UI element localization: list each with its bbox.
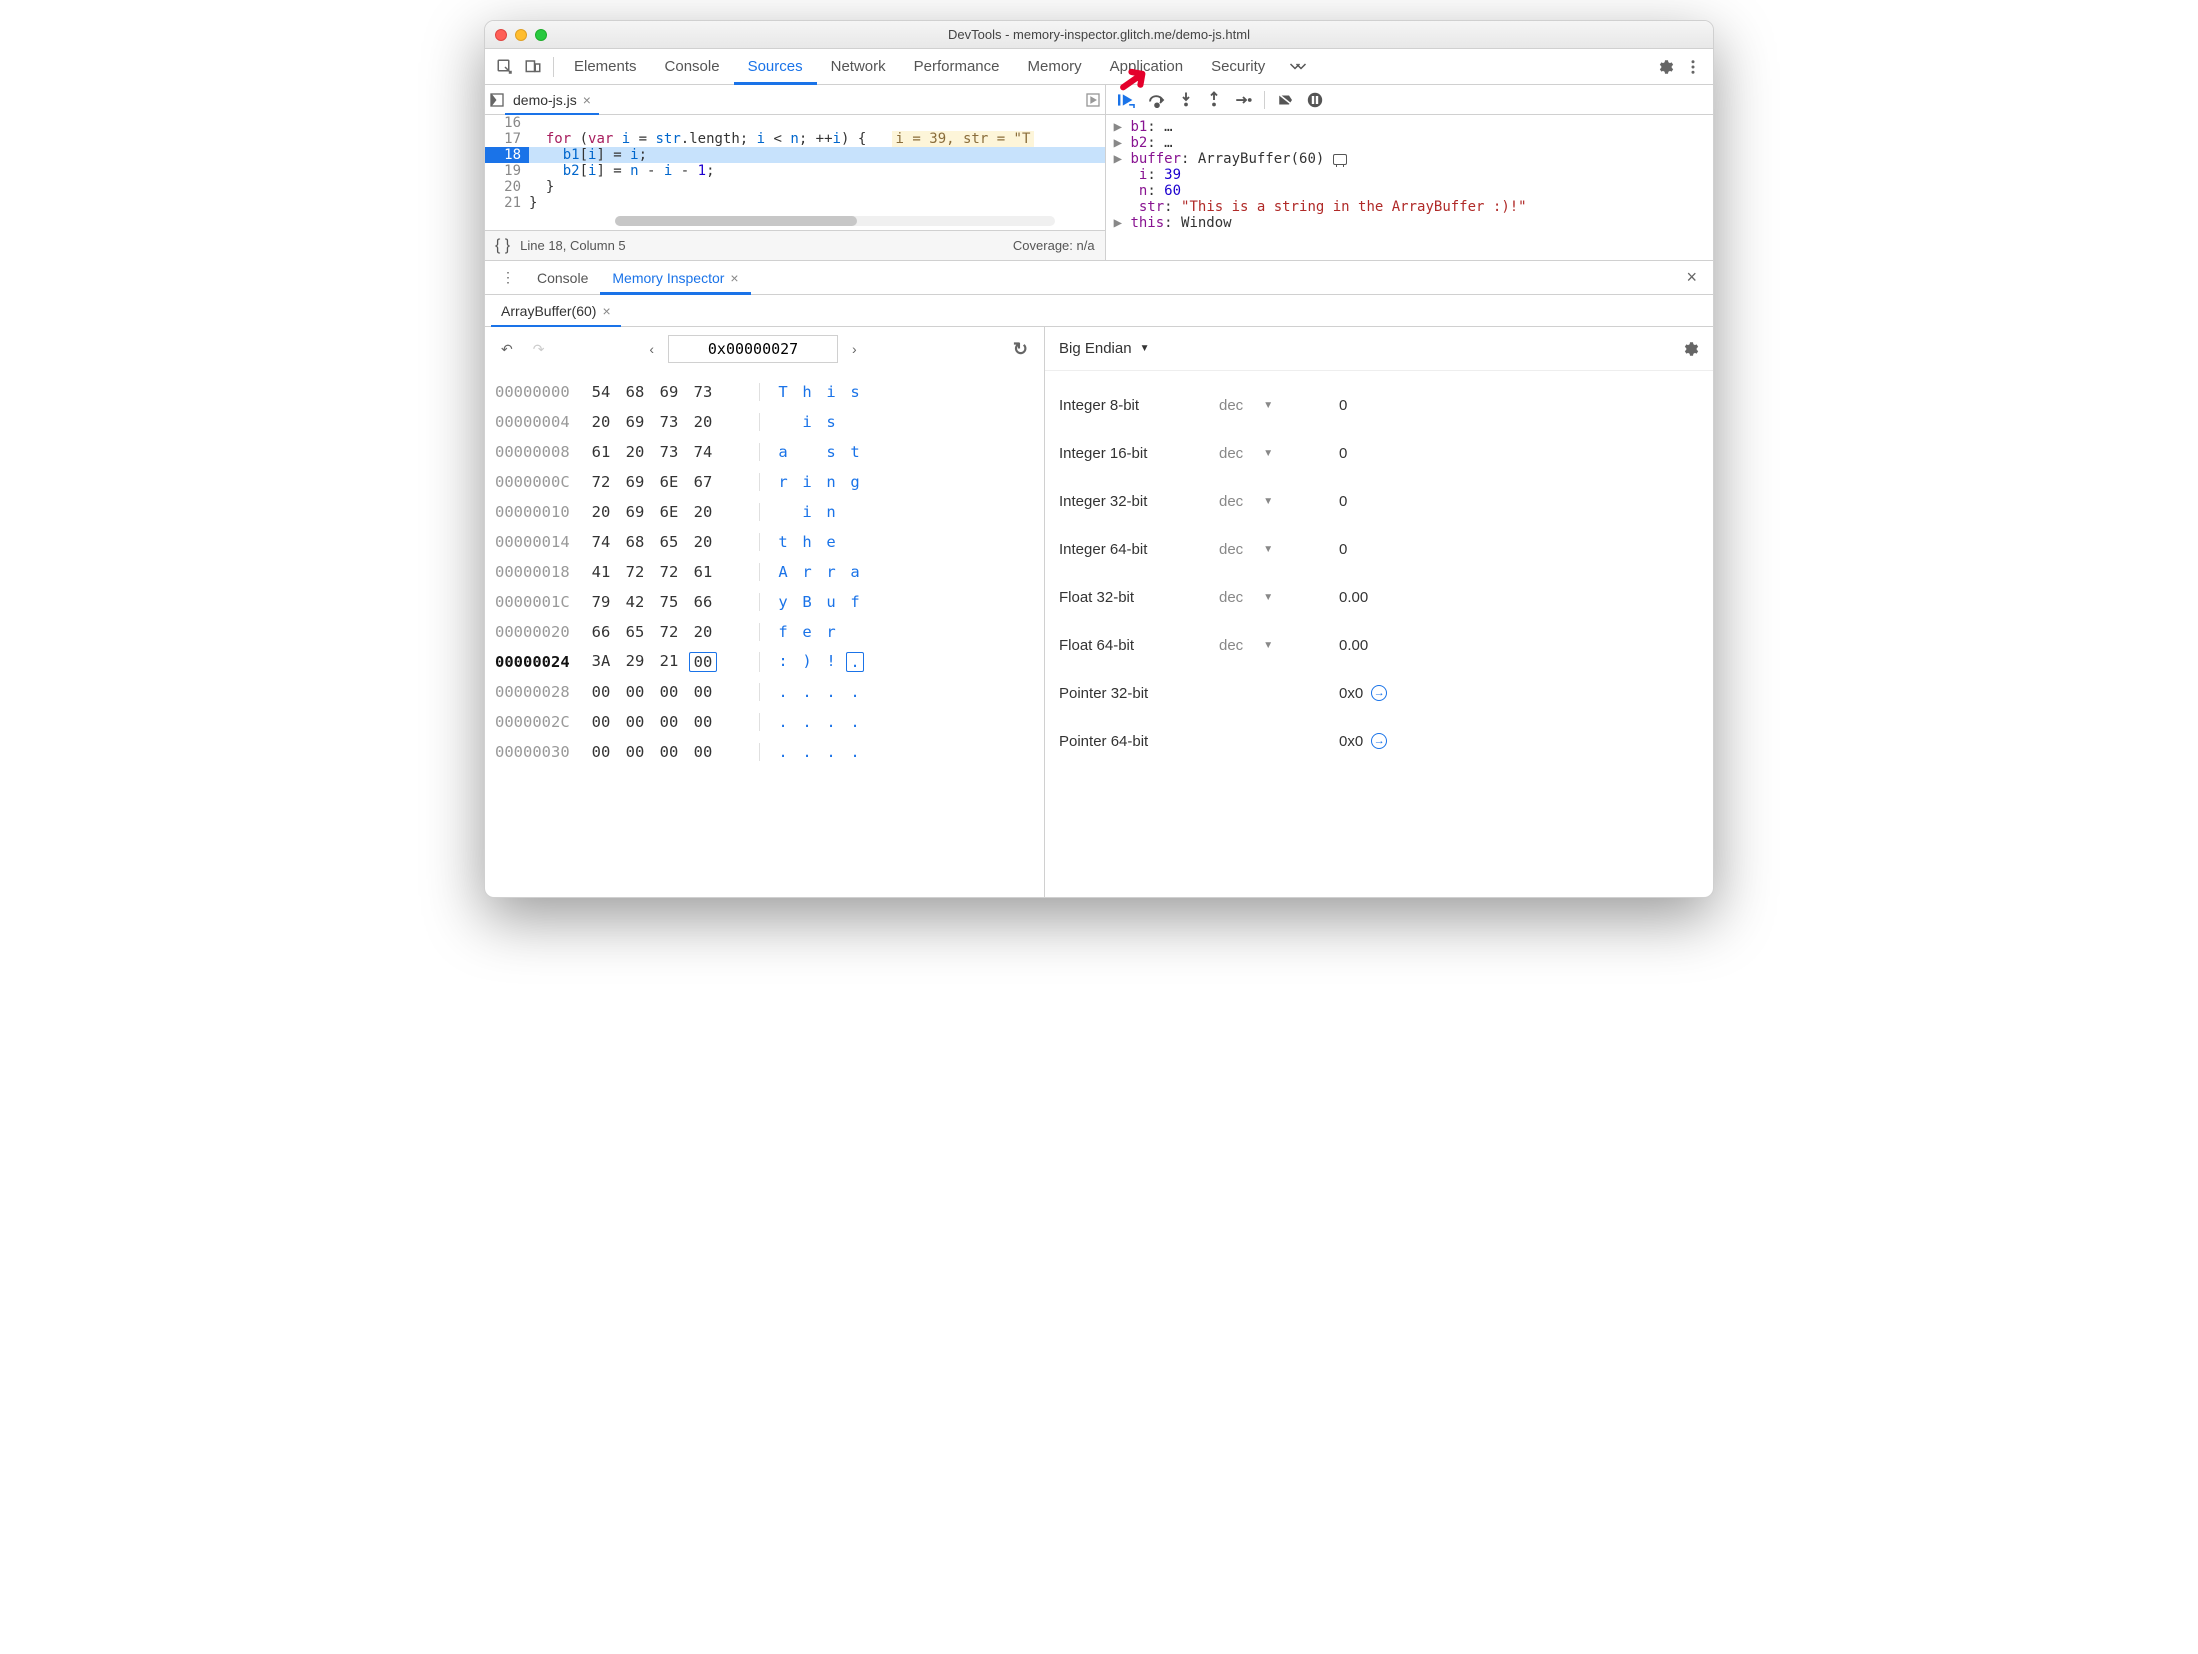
value-mode-select[interactable]: dec — [1219, 493, 1243, 510]
tab-sources[interactable]: Sources — [734, 49, 817, 85]
value-mode-select[interactable]: dec — [1219, 541, 1243, 558]
undo-icon[interactable]: ↶ — [495, 341, 519, 358]
value-mode-select[interactable]: dec — [1219, 637, 1243, 654]
tab-security[interactable]: Security — [1197, 49, 1279, 85]
device-toolbar-icon[interactable] — [519, 53, 547, 81]
titlebar: DevTools - memory-inspector.glitch.me/de… — [485, 21, 1713, 49]
address-prev-icon[interactable]: ‹ — [643, 341, 660, 357]
value-mode-select[interactable]: dec — [1219, 445, 1243, 462]
more-tabs-chevron-icon[interactable] — [1279, 61, 1317, 73]
value-settings-gear-icon[interactable] — [1681, 340, 1699, 358]
inspect-element-icon[interactable] — [491, 53, 519, 81]
file-tab-label: demo-js.js — [513, 92, 577, 108]
close-window[interactable] — [495, 29, 507, 41]
cursor-position: Line 18, Column 5 — [520, 238, 626, 253]
code-editor[interactable]: 1617 for (var i = str.length; i < n; ++i… — [485, 115, 1105, 212]
horizontal-scrollbar[interactable] — [615, 216, 1055, 226]
drawer-close-icon[interactable]: × — [1676, 267, 1707, 288]
value-row: Pointer 32-bit0x0→ — [1059, 669, 1699, 717]
braces-icon[interactable]: { } — [495, 237, 510, 255]
hex-viewer-pane: ↶ ↷ ‹ › ↻ 0000000054686973This0000000420… — [485, 327, 1045, 897]
pause-on-exceptions-icon[interactable] — [1307, 92, 1323, 108]
drawer-tab-strip: ⋮ ConsoleMemory Inspector× × — [485, 261, 1713, 295]
tab-elements[interactable]: Elements — [560, 49, 651, 85]
value-row: Float 32-bitdec▼0.00 — [1059, 573, 1699, 621]
minimize-window[interactable] — [515, 29, 527, 41]
close-tab-icon[interactable]: × — [583, 92, 591, 108]
resume-button-icon[interactable] — [1116, 92, 1136, 108]
redo-icon[interactable]: ↷ — [527, 341, 551, 358]
hex-dump[interactable]: 0000000054686973This0000000420697320 is … — [485, 371, 1044, 897]
step-into-icon[interactable] — [1178, 91, 1194, 109]
jump-to-address-icon[interactable]: → — [1371, 733, 1387, 749]
maximize-window[interactable] — [535, 29, 547, 41]
tab-performance[interactable]: Performance — [900, 49, 1014, 85]
debugger-pane: ➜ — [1106, 85, 1713, 260]
step-out-icon[interactable] — [1206, 91, 1222, 109]
value-row: Pointer 64-bit0x0→ — [1059, 717, 1699, 765]
window-title: DevTools - memory-inspector.glitch.me/de… — [485, 27, 1713, 42]
value-row: Integer 64-bitdec▼0 — [1059, 525, 1699, 573]
value-mode-select[interactable]: dec — [1219, 397, 1243, 414]
tab-memory[interactable]: Memory — [1014, 49, 1096, 85]
address-next-icon[interactable]: › — [846, 341, 863, 357]
value-mode-select[interactable]: dec — [1219, 589, 1243, 606]
drawer-tab-memory-inspector[interactable]: Memory Inspector× — [600, 261, 750, 295]
sources-pane: demo-js.js × 1617 for (var i = str.lengt… — [485, 85, 1106, 260]
scope-variables[interactable]: ▶ b1: …▶ b2: …▶ buffer: ArrayBuffer(60) … — [1106, 115, 1713, 260]
step-icon[interactable] — [1234, 93, 1252, 107]
tab-console[interactable]: Console — [651, 49, 734, 85]
deactivate-breakpoints-icon[interactable] — [1277, 92, 1295, 108]
tab-network[interactable]: Network — [817, 49, 900, 85]
jump-to-address-icon[interactable]: → — [1371, 685, 1387, 701]
close-drawer-tab-icon[interactable]: × — [730, 270, 738, 286]
devtools-tab-strip: ElementsConsoleSourcesNetworkPerformance… — [485, 49, 1713, 85]
settings-gear-icon[interactable] — [1651, 53, 1679, 81]
memory-buffer-tab[interactable]: ArrayBuffer(60) × — [491, 295, 621, 327]
value-row: Integer 32-bitdec▼0 — [1059, 477, 1699, 525]
reveal-in-memory-icon[interactable] — [1333, 154, 1347, 165]
navigator-toggle-icon[interactable] — [489, 92, 505, 108]
buffer-tab-label: ArrayBuffer(60) — [501, 303, 596, 319]
dropdown-caret-icon: ▼ — [1140, 343, 1150, 354]
kebab-menu-icon[interactable] — [1679, 53, 1707, 81]
debugger-toggle-icon[interactable] — [1085, 92, 1101, 108]
tab-application[interactable]: Application — [1096, 49, 1197, 85]
address-input[interactable] — [668, 335, 838, 363]
value-row: Float 64-bitdec▼0.00 — [1059, 621, 1699, 669]
value-interpreter-pane: Big Endian ▼ Integer 8-bitdec▼0Integer 1… — [1045, 327, 1713, 897]
step-over-icon[interactable] — [1148, 92, 1166, 108]
source-file-tab[interactable]: demo-js.js × — [505, 85, 599, 115]
drawer-menu-icon[interactable]: ⋮ — [491, 269, 525, 286]
value-row: Integer 8-bitdec▼0 — [1059, 381, 1699, 429]
refresh-icon[interactable]: ↻ — [1007, 339, 1034, 360]
endianness-label: Big Endian — [1059, 340, 1132, 357]
coverage-status: Coverage: n/a — [1013, 238, 1095, 253]
close-buffer-tab-icon[interactable]: × — [602, 303, 610, 319]
value-row: Integer 16-bitdec▼0 — [1059, 429, 1699, 477]
drawer-tab-console[interactable]: Console — [525, 261, 600, 295]
endianness-select[interactable]: Big Endian ▼ — [1059, 340, 1149, 357]
